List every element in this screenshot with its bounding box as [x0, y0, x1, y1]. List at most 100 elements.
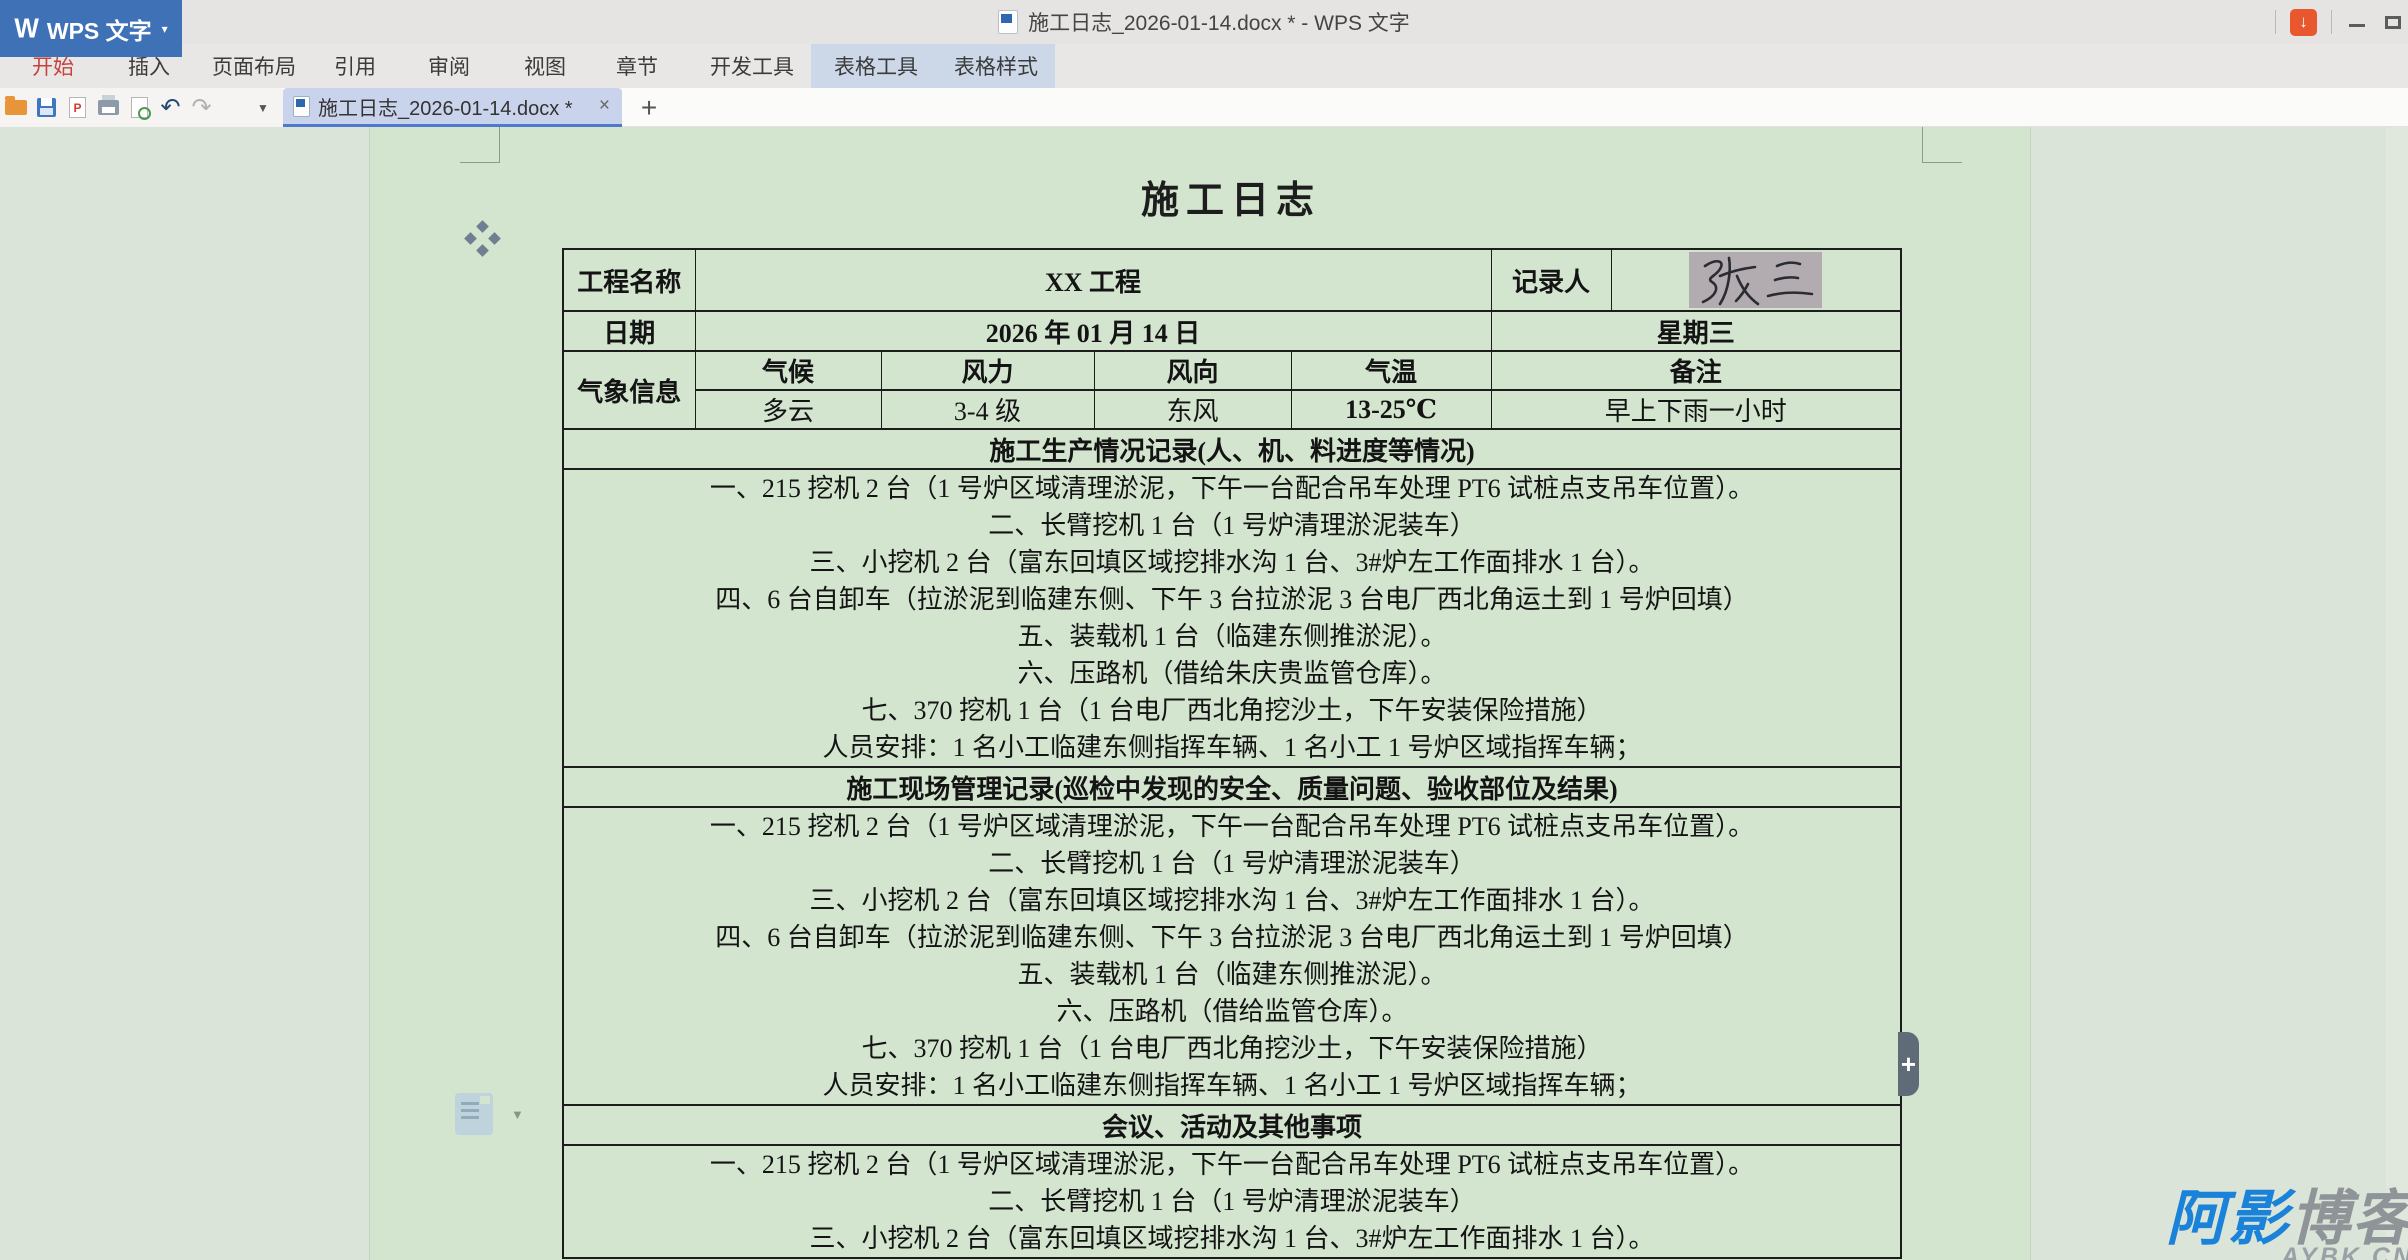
log-line[interactable]: 二、长臂挖机 1 台（1 号炉清理淤泥装车）: [564, 1183, 1900, 1220]
weather-value-wind-force[interactable]: 3-4 级: [881, 390, 1094, 429]
table-move-handle-icon[interactable]: [466, 222, 500, 256]
chevron-down-icon: ▾: [162, 22, 168, 36]
menu-item-table-tools[interactable]: 表格工具: [824, 44, 928, 88]
menu-item-page-layout[interactable]: 页面布局: [202, 44, 306, 88]
section3-header[interactable]: 会议、活动及其他事项: [563, 1105, 1901, 1145]
weather-value-temperature[interactable]: 13-25℃: [1291, 390, 1491, 429]
menu-item-section[interactable]: 章节: [606, 44, 668, 88]
weather-value-climate[interactable]: 多云: [695, 390, 881, 429]
menu-item-table-style[interactable]: 表格样式: [944, 44, 1048, 88]
signature-zhangsan-drawing: [1689, 252, 1822, 308]
log-line[interactable]: 三、小挖机 2 台（富东回填区域挖排水沟 1 台、3#炉左工作面排水 1 台）。: [564, 1220, 1900, 1257]
log-line[interactable]: 一、215 挖机 2 台（1 号炉区域清理淤泥，下午一台配合吊车处理 PT6 试…: [564, 1146, 1900, 1183]
table-row: 施工现场管理记录(巡检中发现的安全、质量问题、验收部位及结果): [563, 767, 1901, 807]
log-line[interactable]: 二、长臂挖机 1 台（1 号炉清理淤泥装车）: [564, 845, 1900, 882]
weather-header-climate[interactable]: 气候: [695, 351, 881, 390]
table-insert-plus-button[interactable]: +: [1898, 1032, 1919, 1096]
maximize-button[interactable]: [2382, 11, 2404, 33]
toolbar-dropdown-icon[interactable]: ▼: [248, 88, 278, 127]
document-area: 施工日志 工程名称 XX 工程 记录人: [0, 127, 2408, 1260]
project-name-label[interactable]: 工程名称: [563, 249, 695, 311]
margin-corner-mark: [1922, 127, 1962, 163]
menu-item-dev-tools[interactable]: 开发工具: [700, 44, 804, 88]
table-row: 日期 2026 年 01 月 14 日 星期三: [563, 311, 1901, 351]
signature-image[interactable]: [1689, 252, 1822, 308]
date-value[interactable]: 2026 年 01 月 14 日: [695, 311, 1491, 351]
log-line[interactable]: 一、215 挖机 2 台（1 号炉区域清理淤泥，下午一台配合吊车处理 PT6 试…: [564, 470, 1900, 507]
log-line[interactable]: 人员安排：1 名小工临建东侧指挥车辆、1 名小工 1 号炉区域指挥车辆；: [564, 729, 1900, 766]
menu-bar: 开始 插入 页面布局 引用 审阅 视图 章节 开发工具 表格工具 表格样式: [0, 44, 2408, 88]
undo-icon[interactable]: ↶: [155, 88, 186, 127]
redo-icon[interactable]: ↷: [186, 88, 217, 127]
section2-header[interactable]: 施工现场管理记录(巡检中发现的安全、质量问题、验收部位及结果): [563, 767, 1901, 807]
table-row: 施工生产情况记录(人、机、料进度等情况): [563, 429, 1901, 469]
weather-header-remark[interactable]: 备注: [1491, 351, 1901, 390]
signature-cell[interactable]: [1611, 249, 1901, 311]
menu-item-view[interactable]: 视图: [514, 44, 576, 88]
table-row: 多云 3-4 级 东风 13-25℃ 早上下雨一小时: [563, 390, 1901, 429]
log-line[interactable]: 六、压路机（借给朱庆贵监管仓库）。: [564, 655, 1900, 692]
log-line[interactable]: 三、小挖机 2 台（富东回填区域挖排水沟 1 台、3#炉左工作面排水 1 台）。: [564, 544, 1900, 581]
window-title-group: 施工日志_2026-01-14.docx * - WPS 文字: [0, 0, 2408, 44]
menu-item-review[interactable]: 审阅: [418, 44, 480, 88]
log-line[interactable]: 人员安排：1 名小工临建东侧指挥车辆、1 名小工 1 号炉区域指挥车辆；: [564, 1067, 1900, 1104]
divider: [2331, 10, 2332, 34]
log-line[interactable]: 七、370 挖机 1 台（1 台电厂西北角挖沙土，下午安装保险措施）: [564, 1030, 1900, 1067]
log-line[interactable]: 二、长臂挖机 1 台（1 号炉清理淤泥装车）: [564, 507, 1900, 544]
weather-value-remark[interactable]: 早上下雨一小时: [1491, 390, 1901, 429]
page-settings-widget[interactable]: ▼: [455, 1093, 525, 1137]
print-icon[interactable]: [93, 88, 124, 127]
chevron-down-icon[interactable]: ▼: [511, 1107, 524, 1122]
watermark-text-blue: 阿影: [2166, 1185, 2290, 1252]
weather-header-temperature[interactable]: 气温: [1291, 351, 1491, 390]
print-preview-icon[interactable]: [124, 88, 155, 127]
document-page[interactable]: 施工日志 工程名称 XX 工程 记录人: [370, 127, 2030, 1260]
wps-logo-label: WPS 文字: [47, 12, 152, 46]
minimize-button[interactable]: [2346, 11, 2368, 33]
section2-body[interactable]: 一、215 挖机 2 台（1 号炉区域清理淤泥，下午一台配合吊车处理 PT6 试…: [563, 807, 1901, 1105]
open-folder-icon[interactable]: [0, 88, 31, 127]
log-line[interactable]: 一、215 挖机 2 台（1 号炉区域清理淤泥，下午一台配合吊车处理 PT6 试…: [564, 808, 1900, 845]
project-name-value[interactable]: XX 工程: [695, 249, 1491, 311]
document-heading[interactable]: 施工日志: [562, 169, 1900, 224]
construction-log-table: 工程名称 XX 工程 记录人: [562, 248, 1902, 1259]
log-line[interactable]: 六、压路机（借给监管仓库）。: [564, 993, 1900, 1030]
weather-label[interactable]: 气象信息: [563, 351, 695, 429]
log-line[interactable]: 五、装载机 1 台（临建东侧推淤泥）。: [564, 956, 1900, 993]
recorder-label[interactable]: 记录人: [1491, 249, 1611, 311]
tab-close-icon[interactable]: ×: [597, 95, 612, 117]
watermark: 阿影博客 AYBK.CN: [2166, 1189, 2408, 1260]
download-update-icon[interactable]: ↓: [2290, 9, 2317, 36]
section1-header[interactable]: 施工生产情况记录(人、机、料进度等情况): [563, 429, 1901, 469]
divider: [2275, 10, 2276, 34]
menu-item-references[interactable]: 引用: [324, 44, 386, 88]
wps-w-icon: W: [14, 12, 39, 45]
tab-label: 施工日志_2026-01-14.docx *: [318, 92, 589, 121]
quick-toolbar: P ↶ ↷ ▼ 施工日志_2026-01-14.docx * × +: [0, 88, 2408, 127]
section1-body[interactable]: 一、215 挖机 2 台（1 号炉区域清理淤泥，下午一台配合吊车处理 PT6 试…: [563, 469, 1901, 767]
export-pdf-icon[interactable]: P: [62, 88, 93, 127]
log-line[interactable]: 七、370 挖机 1 台（1 台电厂西北角挖沙土，下午安装保险措施）: [564, 692, 1900, 729]
document-tab[interactable]: 施工日志_2026-01-14.docx * ×: [283, 88, 622, 127]
table-row: 一、215 挖机 2 台（1 号炉区域清理淤泥，下午一台配合吊车处理 PT6 试…: [563, 807, 1901, 1105]
log-line[interactable]: 五、装载机 1 台（临建东侧推淤泥）。: [564, 618, 1900, 655]
section3-body[interactable]: 一、215 挖机 2 台（1 号炉区域清理淤泥，下午一台配合吊车处理 PT6 试…: [563, 1145, 1901, 1258]
weather-value-wind-direction[interactable]: 东风: [1094, 390, 1291, 429]
weekday-value[interactable]: 星期三: [1491, 311, 1901, 351]
vertical-scrollbar[interactable]: [2386, 127, 2408, 1260]
page-settings-icon[interactable]: [455, 1093, 493, 1135]
log-line[interactable]: 三、小挖机 2 台（富东回填区域挖排水沟 1 台、3#炉左工作面排水 1 台）。: [564, 882, 1900, 919]
weather-header-wind-direction[interactable]: 风向: [1094, 351, 1291, 390]
weather-header-wind-force[interactable]: 风力: [881, 351, 1094, 390]
wps-logo-button[interactable]: W WPS 文字 ▾: [0, 0, 182, 57]
table-row: 一、215 挖机 2 台（1 号炉区域清理淤泥，下午一台配合吊车处理 PT6 试…: [563, 1145, 1901, 1258]
log-line[interactable]: 四、6 台自卸车（拉淤泥到临建东侧、下午 3 台拉淤泥 3 台电厂西北角运土到 …: [564, 919, 1900, 956]
window-title: 施工日志_2026-01-14.docx * - WPS 文字: [1028, 7, 1410, 37]
watermark-text-gray: 博客: [2290, 1185, 2408, 1252]
log-line[interactable]: 四、6 台自卸车（拉淤泥到临建东侧、下午 3 台拉淤泥 3 台电厂西北角运土到 …: [564, 581, 1900, 618]
date-label[interactable]: 日期: [563, 311, 695, 351]
table-row: 会议、活动及其他事项: [563, 1105, 1901, 1145]
new-tab-button[interactable]: +: [632, 88, 666, 127]
table-row: 一、215 挖机 2 台（1 号炉区域清理淤泥，下午一台配合吊车处理 PT6 试…: [563, 469, 1901, 767]
save-icon[interactable]: [31, 88, 62, 127]
